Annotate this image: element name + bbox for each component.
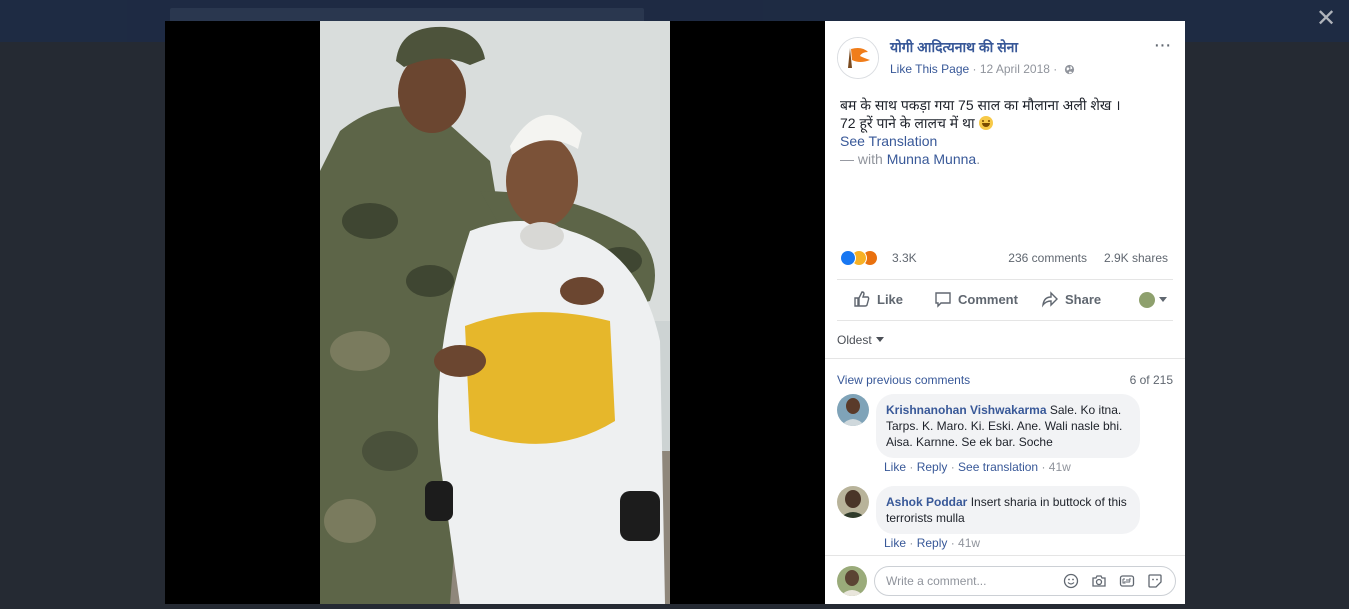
post-photo[interactable] (320, 21, 670, 604)
comment-actions: Like · Reply · See translation · 41w (884, 460, 1071, 474)
tagged-with: — with Munna Munna. (840, 150, 1170, 168)
camera-icon[interactable] (1091, 573, 1107, 589)
comment-age[interactable]: 41w (958, 536, 980, 550)
user-avatar-icon (1139, 292, 1155, 308)
comment-actions: Like · Reply · 41w (884, 536, 980, 550)
globe-icon[interactable] (1064, 64, 1075, 75)
shares-count[interactable]: 2.9K shares (1104, 251, 1168, 265)
comment-button[interactable]: Comment (934, 280, 1018, 320)
view-previous-comments-link[interactable]: View previous comments (837, 373, 970, 387)
like-page-link[interactable]: Like This Page (890, 62, 969, 76)
thumbs-up-icon (854, 291, 870, 307)
link-separator: · (1038, 460, 1049, 474)
meta-separator: · (972, 62, 980, 76)
comment-sort-dropdown[interactable]: Oldest (837, 333, 884, 347)
engagement-stats: 3.3K 236 comments 2.9K shares (840, 250, 1170, 266)
meta-separator-2: · (1053, 62, 1061, 76)
comment-reply-link[interactable]: Reply (917, 460, 948, 474)
comment-bubble: Ashok Poddar Insert sharia in buttock of… (876, 486, 1140, 534)
sticker-icon[interactable] (1147, 573, 1163, 589)
commenter-avatar[interactable] (837, 486, 869, 518)
grinning-emoji-icon (978, 116, 993, 130)
link-separator: · (947, 460, 959, 474)
comment-like-link[interactable]: Like (884, 460, 906, 474)
with-suffix: . (976, 151, 981, 167)
comment-composer (825, 555, 1185, 604)
post-header: योगी आदित्यनाथ की सेना Like This Page · … (837, 35, 1177, 79)
comments-count[interactable]: 236 comments (1008, 251, 1087, 265)
post-date[interactable]: 12 April 2018 (980, 62, 1050, 76)
page-name-link[interactable]: योगी आदित्यनाथ की सेना (890, 38, 1018, 57)
avatar-image (837, 566, 867, 596)
reaction-icons[interactable] (840, 250, 892, 266)
close-viewer-button[interactable]: ✕ (1313, 6, 1339, 32)
avatar-image (837, 394, 869, 426)
comment-author-link[interactable]: Krishnanohan Vishwakarma (886, 403, 1047, 417)
photo-illustration (320, 21, 670, 604)
close-icon: ✕ (1315, 5, 1337, 32)
comment-age[interactable]: 41w (1049, 460, 1071, 474)
viewer-avatar[interactable] (837, 566, 867, 596)
like-label: Like (877, 292, 904, 307)
photo-stage (165, 21, 825, 604)
sort-label: Oldest (837, 333, 872, 347)
post-options-button[interactable]: ··· (1151, 35, 1173, 55)
comment-bubble-icon (935, 292, 951, 308)
post-panel: योगी आदित्यनाथ की सेना Like This Page · … (825, 21, 1185, 604)
share-arrow-icon (1041, 291, 1058, 308)
with-prefix: — with (840, 151, 887, 167)
tagged-user-link[interactable]: Munna Munna (887, 151, 977, 167)
comment-input-box (874, 566, 1176, 596)
post-text-line-2-text: 72 हूरें पाने के लालच में था (840, 115, 975, 131)
like-reaction-icon (840, 250, 856, 266)
post-text-line-2: 72 हूरें पाने के लालच में था (840, 114, 1170, 132)
comment-reply-link[interactable]: Reply (917, 536, 948, 550)
see-translation-link[interactable]: See Translation (840, 132, 1170, 150)
post-text-line-1: बम के साथ पकड़ा गया 75 साल का मौलाना अली… (840, 97, 1121, 113)
comment-label: Comment (958, 292, 1018, 307)
identity-switcher[interactable] (1139, 280, 1167, 320)
post-body: बम के साथ पकड़ा गया 75 साल का मौलाना अली… (840, 96, 1170, 168)
link-separator: · (906, 460, 917, 474)
page-logo-icon (838, 38, 878, 78)
comment-pager: 6 of 215 (1129, 373, 1173, 387)
avatar-image (837, 486, 869, 518)
post-actions: Like Comment Share (837, 279, 1173, 321)
like-button[interactable]: Like (853, 280, 903, 320)
comment-author-link[interactable]: Ashok Poddar (886, 495, 967, 509)
post-meta: Like This Page · 12 April 2018 · (890, 62, 1075, 76)
emoji-icon[interactable] (1063, 573, 1079, 589)
comment-input[interactable] (886, 573, 1056, 589)
chevron-down-icon (875, 337, 884, 342)
chevron-down-icon (1159, 297, 1167, 302)
comment-bubble: Krishnanohan Vishwakarma Sale. Ko itna. … (876, 394, 1140, 458)
link-separator: · (947, 536, 959, 550)
share-label: Share (1065, 292, 1102, 307)
comment-translate-link[interactable]: See translation (958, 460, 1038, 474)
gif-icon[interactable] (1119, 573, 1135, 589)
share-button[interactable]: Share (1041, 280, 1101, 320)
link-separator: · (906, 536, 917, 550)
reaction-count[interactable]: 3.3K (892, 251, 917, 265)
page-avatar[interactable] (837, 37, 879, 79)
comment-like-link[interactable]: Like (884, 536, 906, 550)
divider (825, 358, 1185, 359)
commenter-avatar[interactable] (837, 394, 869, 426)
